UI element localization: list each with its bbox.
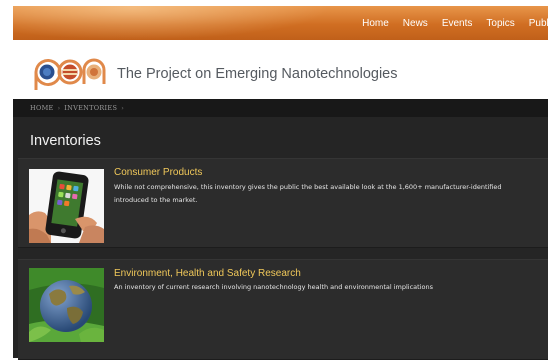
nav-events-link[interactable]: Events	[442, 18, 473, 29]
nav-public-link[interactable]: Public	[529, 18, 548, 29]
nav-topics-link[interactable]: Topics	[486, 18, 514, 29]
breadcrumb: HOME › INVENTORIES ›	[13, 99, 548, 117]
nav-home-link[interactable]: Home	[362, 18, 389, 29]
nav-news-link[interactable]: News	[403, 18, 428, 29]
consumer-products-link[interactable]: Consumer Products	[114, 167, 202, 178]
nav-menu: Home News Events Topics Public	[13, 6, 548, 40]
content-area: HOME › INVENTORIES › Inventories Consume…	[13, 99, 548, 360]
page-title: Inventories	[30, 133, 101, 149]
item-description: While not comprehensive, this inventory …	[114, 181, 548, 207]
breadcrumb-home-link[interactable]: HOME	[30, 104, 54, 112]
description-line: An inventory of current research involvi…	[114, 283, 434, 291]
inventory-item-consumer-products: Consumer Products While not comprehensiv…	[18, 158, 548, 248]
top-navigation-bar: Home News Events Topics Public	[13, 6, 548, 40]
site-title: The Project on Emerging Nanotechnologies	[117, 66, 398, 82]
breadcrumb-separator: ›	[121, 104, 124, 112]
breadcrumb-separator: ›	[57, 104, 61, 112]
site-header: The Project on Emerging Nanotechnologies	[13, 40, 548, 99]
description-line: While not comprehensive, this inventory …	[114, 183, 502, 191]
ehs-research-link[interactable]: Environment, Health and Safety Research	[114, 268, 301, 279]
smartphone-image[interactable]	[29, 169, 104, 243]
description-line: introduced to the market.	[114, 196, 198, 204]
inventory-item-ehs-research: Environment, Health and Safety Research …	[18, 259, 548, 360]
pen-logo[interactable]	[30, 50, 110, 92]
item-description: An inventory of current research involvi…	[114, 281, 548, 294]
breadcrumb-inventories: INVENTORIES	[64, 104, 118, 112]
earth-globe-image[interactable]	[29, 268, 104, 342]
